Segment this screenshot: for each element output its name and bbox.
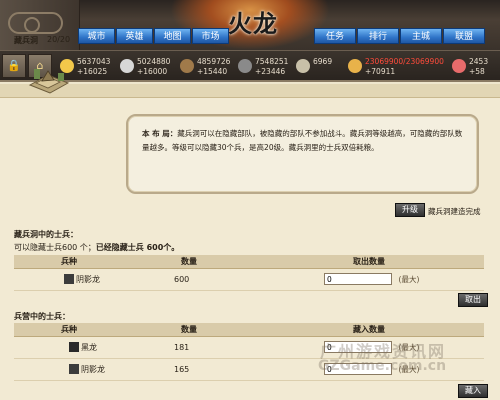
stone-rate: +23446 <box>255 67 286 76</box>
description-box: 本 布 局：藏兵洞可以在隐藏部队，被隐藏的部队不参加战斗。藏兵洞等级越高，可隐藏… <box>126 114 479 194</box>
nav-heroes[interactable]: 英雄 <box>116 28 153 44</box>
nav-quests[interactable]: 任务 <box>314 28 356 44</box>
silver-rate: +16000 <box>137 67 168 76</box>
col-count: 数量 <box>124 323 254 337</box>
input-cell: (最大) <box>254 268 484 291</box>
col-unit: 兵种 <box>14 255 124 269</box>
silver-icon <box>120 59 134 73</box>
table-header: 兵种 数量 取出数量 <box>14 255 484 269</box>
lock-icon: 🔒 <box>7 59 21 72</box>
unit-cell: 阴影龙 <box>14 268 124 291</box>
nav-market[interactable]: 市场 <box>192 28 229 44</box>
wood-amount: 4859726 <box>197 57 231 66</box>
table-row: 阴影龙 600 (最大) <box>14 268 484 291</box>
count-cell: 600 <box>124 268 254 291</box>
cave-count: 20/20 <box>47 35 71 44</box>
barracks-soldiers-title: 兵营中的士兵： <box>14 312 70 321</box>
iron-rate: +58 <box>469 67 485 76</box>
col-count: 数量 <box>124 255 254 269</box>
count-cell: 165 <box>124 358 254 381</box>
silver-amount: 5024880 <box>137 57 171 66</box>
iron-amount: 2453 <box>469 57 489 66</box>
col-take-out: 取出数量 <box>254 255 484 269</box>
unit-cell: 黑龙 <box>14 336 124 359</box>
black-dragon-icon <box>69 342 79 352</box>
nav-left: 城市 英雄 地图 市场 <box>78 28 230 44</box>
col-hide: 藏入数量 <box>254 323 484 337</box>
stone-amount: 7548251 <box>255 57 289 66</box>
game-header: 火龙 城市 英雄 地图 市场 任务 排行 主城 联盟 <box>0 0 500 50</box>
wood-rate: +15440 <box>197 67 228 76</box>
hiding-cave-building-icon <box>28 69 70 94</box>
nav-right: 任务 排行 主城 联盟 <box>314 28 486 44</box>
nav-ranking[interactable]: 排行 <box>357 28 399 44</box>
food-amount: 23069900/23069900 <box>365 57 444 66</box>
upgrade-status: 藏兵洞建造完成 <box>428 207 481 216</box>
description-text: 本 布 局：藏兵洞可以在隐藏部队，被隐藏的部队不参加战斗。藏兵洞等级越高，可隐藏… <box>142 127 467 155</box>
resource-bar: 🔒 ⌂ 5637043 +16025 5024880 +16000 485972… <box>0 50 500 82</box>
nav-alliance[interactable]: 联盟 <box>443 28 485 44</box>
shadow-dragon-icon <box>64 274 74 284</box>
count-cell: 181 <box>124 336 254 359</box>
population-icon <box>296 59 310 73</box>
description-body: 藏兵洞可以在隐藏部队，被隐藏的部队不参加战斗。藏兵洞等级越高，可隐藏的部队数量越… <box>142 129 463 152</box>
food-rate: +70911 <box>365 67 396 76</box>
description-label: 本 布 局： <box>142 129 178 138</box>
wood-icon <box>180 59 194 73</box>
lock-button[interactable]: 🔒 <box>2 54 26 78</box>
unit-name: 阴影龙 <box>76 274 100 284</box>
watermark-url: GZGame.com.cn <box>318 358 447 374</box>
gold-rate: +16025 <box>77 67 108 76</box>
unit-cell: 阴影龙 <box>14 358 124 381</box>
nav-city[interactable]: 城市 <box>78 28 115 44</box>
hide-button[interactable]: 藏入 <box>458 384 488 398</box>
max-link[interactable]: (最大) <box>399 275 420 284</box>
table-header: 兵种 数量 藏入数量 <box>14 323 484 337</box>
nav-map[interactable]: 地图 <box>154 28 191 44</box>
stone-icon <box>238 59 252 73</box>
main-strip <box>0 84 500 98</box>
gold-amount: 5637043 <box>77 57 111 66</box>
hidden-info: 可以隐藏士兵600 个；已经隐藏士兵 600个。 <box>14 242 179 253</box>
population-amount: 6969 <box>313 57 333 66</box>
nav-main-city[interactable]: 主城 <box>400 28 442 44</box>
hidden-current: 已经隐藏士兵 600个。 <box>95 243 180 252</box>
iron-icon <box>452 59 466 73</box>
unit-name: 阴影龙 <box>81 364 105 374</box>
upgrade-button[interactable]: 升级 <box>395 203 425 217</box>
take-out-button[interactable]: 取出 <box>458 293 488 307</box>
cave-soldiers-table: 兵种 数量 取出数量 阴影龙 600 (最大) <box>14 255 484 291</box>
cave-soldiers-title: 藏兵洞中的士兵： <box>14 230 78 239</box>
take-out-input[interactable] <box>324 273 392 285</box>
unit-name: 黑龙 <box>81 342 97 352</box>
hidden-capacity: 可以隐藏士兵600 个； <box>14 243 96 252</box>
col-unit: 兵种 <box>14 323 124 337</box>
cave-label: 藏兵洞 <box>14 36 38 45</box>
shadow-dragon-icon <box>69 364 79 374</box>
food-icon <box>348 59 362 73</box>
